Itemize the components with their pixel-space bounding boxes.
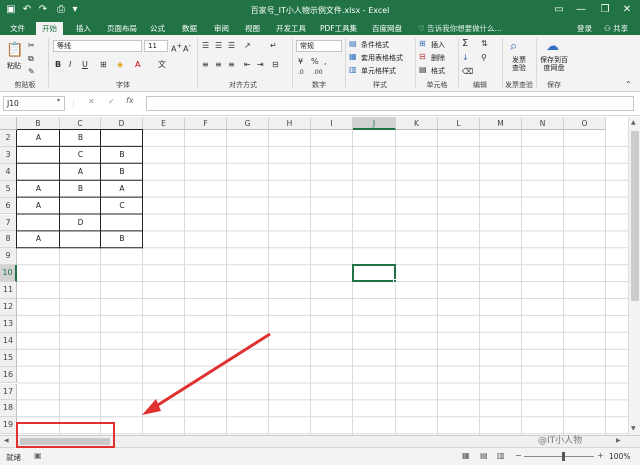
annotation-highlight-box bbox=[16, 422, 115, 448]
annotation-overlay bbox=[16, 332, 271, 448]
annotation-arrowhead bbox=[142, 399, 161, 415]
annotation-arrow bbox=[149, 332, 271, 412]
